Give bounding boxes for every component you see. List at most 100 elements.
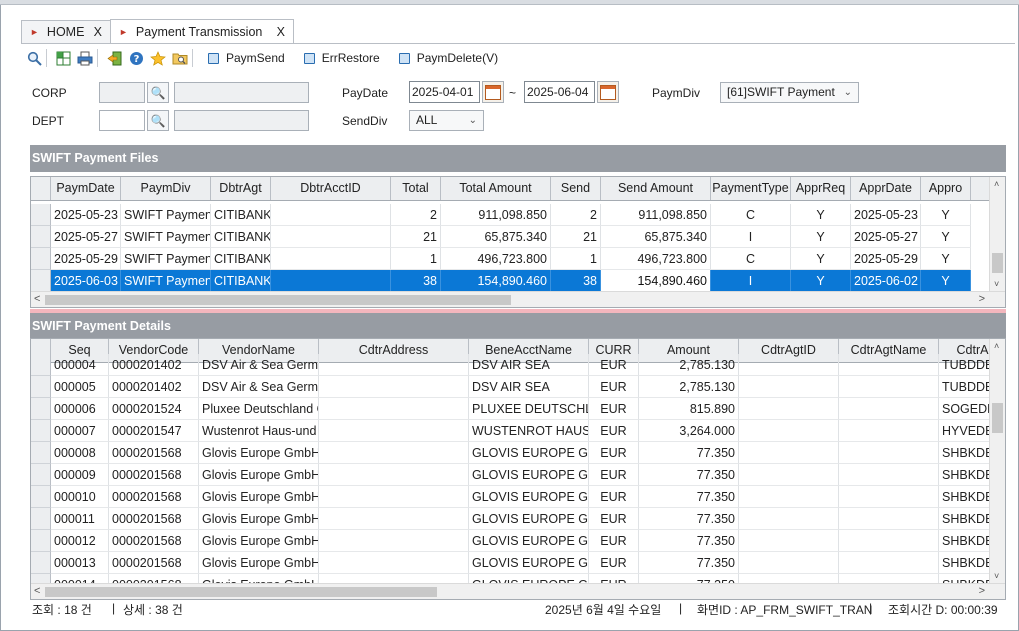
details-row-selector[interactable] bbox=[31, 442, 51, 464]
details-cell[interactable]: 77.350 bbox=[639, 486, 739, 508]
files-cell[interactable]: 2025-05-29 bbox=[51, 248, 121, 270]
tab-payment-transmission[interactable]: ► Payment Transmission X bbox=[110, 19, 294, 43]
details-cell[interactable] bbox=[739, 398, 839, 420]
details-cell[interactable] bbox=[839, 530, 939, 552]
details-cell[interactable]: EUR bbox=[589, 552, 639, 574]
details-cell[interactable]: GLOVIS EUROPE GMB bbox=[469, 508, 589, 530]
details-cell[interactable]: 77.350 bbox=[639, 464, 739, 486]
paydate-from-calendar-button[interactable] bbox=[482, 81, 504, 103]
details-cell[interactable]: GLOVIS EUROPE GMB bbox=[469, 486, 589, 508]
details-cell[interactable] bbox=[839, 464, 939, 486]
print-icon[interactable] bbox=[76, 49, 94, 67]
files-column-header[interactable]: ApprDate bbox=[851, 177, 921, 200]
files-cell[interactable]: 65,875.340 bbox=[441, 226, 551, 248]
details-row[interactable]: 000004 0000201402 DSV Air & Sea Germ DSV AI… bbox=[31, 354, 1005, 376]
files-cell[interactable]: I bbox=[711, 226, 791, 248]
details-cell[interactable] bbox=[319, 530, 469, 552]
details-cell[interactable] bbox=[839, 552, 939, 574]
details-cell[interactable] bbox=[739, 420, 839, 442]
details-cell[interactable]: 815.890 bbox=[639, 398, 739, 420]
details-row-selector[interactable] bbox=[31, 420, 51, 442]
details-horizontal-scroll-thumb[interactable] bbox=[45, 587, 437, 597]
files-column-header[interactable]: Send Amount bbox=[601, 177, 711, 200]
files-cell[interactable]: 38 bbox=[391, 270, 441, 292]
files-cell[interactable]: 1 bbox=[391, 248, 441, 270]
files-cell[interactable]: 154,890.460 bbox=[441, 270, 551, 292]
details-cell[interactable] bbox=[839, 420, 939, 442]
files-cell[interactable]: 2025-05-27 bbox=[851, 226, 921, 248]
files-cell[interactable]: Y bbox=[921, 270, 971, 292]
details-cell[interactable] bbox=[319, 420, 469, 442]
files-row-selector[interactable] bbox=[31, 226, 51, 248]
files-column-header[interactable]: DbtrAgt bbox=[211, 177, 271, 200]
details-row-selector[interactable] bbox=[31, 486, 51, 508]
details-cell[interactable]: 000007 bbox=[51, 420, 109, 442]
files-column-header[interactable]: DbtrAcctID bbox=[271, 177, 391, 200]
details-cell[interactable]: 000008 bbox=[51, 442, 109, 464]
files-cell[interactable]: Y bbox=[921, 204, 971, 226]
details-cell[interactable]: 0000201568 bbox=[109, 530, 199, 552]
files-cell[interactable]: 2025-05-23 bbox=[851, 204, 921, 226]
details-cell[interactable] bbox=[319, 442, 469, 464]
files-column-header[interactable]: ApprReq bbox=[791, 177, 851, 200]
details-cell[interactable]: EUR bbox=[589, 354, 639, 376]
paydate-from-input[interactable]: 2025-04-01 bbox=[409, 81, 480, 103]
details-row[interactable]: 000010 0000201568 Glovis Europe GmbH GLOVIS… bbox=[31, 486, 1005, 508]
files-horizontal-scroll-thumb[interactable] bbox=[45, 295, 511, 305]
details-cell[interactable] bbox=[319, 464, 469, 486]
chevron-left-icon[interactable]: < bbox=[34, 293, 40, 305]
paym-delete-button[interactable]: PaymDelete(V) bbox=[398, 51, 498, 65]
details-cell[interactable]: 0000201568 bbox=[109, 486, 199, 508]
files-cell[interactable]: SWIFT Payment bbox=[121, 204, 211, 226]
files-cell[interactable]: Y bbox=[791, 248, 851, 270]
details-cell[interactable]: 0000201524 bbox=[109, 398, 199, 420]
files-cell[interactable]: C bbox=[711, 248, 791, 270]
details-cell[interactable] bbox=[319, 552, 469, 574]
tab-home[interactable]: ► HOME X bbox=[21, 20, 111, 43]
details-cell[interactable]: GLOVIS EUROPE GMB bbox=[469, 530, 589, 552]
details-cell[interactable]: 000004 bbox=[51, 354, 109, 376]
details-cell[interactable]: DSV Air & Sea Germ bbox=[199, 376, 319, 398]
details-cell[interactable] bbox=[839, 398, 939, 420]
files-row-selector[interactable] bbox=[31, 270, 51, 292]
files-column-header[interactable]: Send bbox=[551, 177, 601, 200]
files-cell[interactable]: 2 bbox=[551, 204, 601, 226]
tab-close-button[interactable]: X bbox=[94, 25, 102, 39]
files-cell[interactable]: 65,875.340 bbox=[601, 226, 711, 248]
details-row[interactable]: 000012 0000201568 Glovis Europe GmbH GLOVIS… bbox=[31, 530, 1005, 552]
details-cell[interactable]: Glovis Europe GmbH bbox=[199, 552, 319, 574]
files-cell[interactable]: 21 bbox=[551, 226, 601, 248]
details-cell[interactable]: 77.350 bbox=[639, 442, 739, 464]
files-column-header[interactable]: Total bbox=[391, 177, 441, 200]
details-cell[interactable]: 77.350 bbox=[639, 530, 739, 552]
files-cell[interactable]: 911,098.850 bbox=[601, 204, 711, 226]
details-cell[interactable] bbox=[839, 486, 939, 508]
details-cell[interactable] bbox=[739, 486, 839, 508]
details-cell[interactable]: GLOVIS EUROPE GMB bbox=[469, 442, 589, 464]
details-cell[interactable]: 000009 bbox=[51, 464, 109, 486]
files-cell[interactable]: 154,890.460 bbox=[601, 270, 711, 292]
details-cell[interactable]: 2,785.130 bbox=[639, 354, 739, 376]
folder-search-icon[interactable] bbox=[171, 49, 189, 67]
details-row-selector[interactable] bbox=[31, 464, 51, 486]
details-cell[interactable]: 0000201568 bbox=[109, 442, 199, 464]
files-vertical-scrollbar[interactable]: ˄ ˅ bbox=[989, 177, 1005, 291]
details-cell[interactable]: DSV Air & Sea Germ bbox=[199, 354, 319, 376]
details-row[interactable]: 000007 0000201547 Wustenrot Haus-und WUSTEN… bbox=[31, 420, 1005, 442]
details-cell[interactable] bbox=[739, 508, 839, 530]
files-cell[interactable] bbox=[271, 248, 391, 270]
details-cell[interactable]: Glovis Europe GmbH bbox=[199, 530, 319, 552]
files-row[interactable]: 2025-05-23 SWIFT Payment CITIBANK 2 911,098.… bbox=[31, 204, 971, 226]
files-cell[interactable]: SWIFT Payment bbox=[121, 270, 211, 292]
chevron-up-icon[interactable]: ˄ bbox=[994, 179, 999, 189]
paym-send-button[interactable]: PaymSend bbox=[208, 51, 285, 65]
files-cell[interactable]: 2025-06-02 bbox=[851, 270, 921, 292]
files-row-selector[interactable] bbox=[31, 248, 51, 270]
paymdiv-select[interactable]: [61]SWIFT Payment ⌄ bbox=[720, 82, 859, 103]
details-cell[interactable]: 77.350 bbox=[639, 552, 739, 574]
excel-icon[interactable] bbox=[54, 49, 72, 67]
details-cell[interactable]: 3,264.000 bbox=[639, 420, 739, 442]
files-row[interactable]: 2025-06-03 SWIFT Payment CITIBANK 38 154,890… bbox=[31, 270, 971, 292]
files-column-header[interactable]: Total Amount bbox=[441, 177, 551, 200]
details-cell[interactable]: 000005 bbox=[51, 376, 109, 398]
